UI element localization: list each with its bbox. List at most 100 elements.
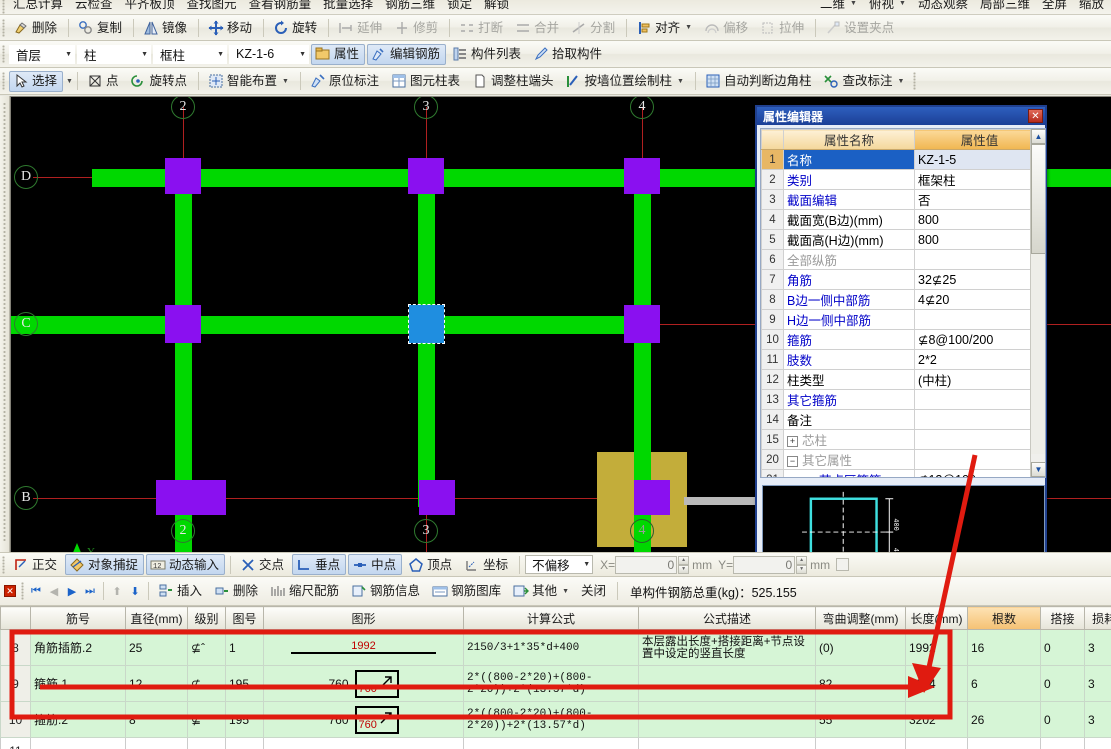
draw-toolbar[interactable]: 选择 ▼ 点 旋转点 智能布置 ▼ 原位标注 图元柱表 调整柱端头 按墙位置绘制… — [0, 68, 1111, 95]
property-row[interactable]: 21—节点区箍筋⊈12@100 — [761, 469, 1045, 477]
object-snap-toggle[interactable]: 对象捕捉 — [65, 554, 145, 575]
close-panel-icon[interactable]: ✕ — [4, 585, 16, 597]
property-value-cell[interactable] — [914, 429, 1045, 450]
property-name-cell[interactable]: 柱类型 — [783, 369, 915, 390]
x-coord-input[interactable]: 0 — [615, 555, 678, 574]
rebar-shape-cell[interactable]: 760 760 — [263, 701, 464, 738]
pick-member-button[interactable]: 拾取构件 — [529, 44, 608, 65]
nav-first-button[interactable]: ⏮ — [27, 582, 45, 600]
property-name-cell[interactable]: − 其它属性 — [783, 449, 915, 470]
property-value-cell[interactable]: 800 — [914, 209, 1045, 230]
property-name-cell[interactable]: 名称 — [783, 149, 915, 170]
split-button[interactable]: 分割 — [567, 17, 621, 38]
grid-bubble-left-C[interactable]: C — [14, 312, 38, 336]
rebar-cell-name[interactable]: 角筋插筋.2 — [30, 629, 126, 666]
rebar-cell-count[interactable]: 6 — [967, 665, 1041, 702]
grid-bubble-left-D[interactable]: D — [14, 165, 38, 189]
property-name-cell[interactable]: 其它箍筋 — [783, 389, 915, 410]
expand-icon[interactable]: + — [787, 436, 798, 448]
select-tool[interactable]: 选择 — [9, 70, 64, 92]
scroll-up-icon[interactable]: ▲ — [1031, 129, 1045, 144]
property-row[interactable]: 2 类别 框架柱 — [761, 169, 1045, 190]
property-name-cell[interactable]: 全部纵筋 — [783, 249, 915, 270]
rebar-cell-no[interactable]: 11 — [0, 737, 31, 749]
property-name-cell[interactable]: 角筋 — [783, 269, 915, 290]
rebar-col-header-dia[interactable]: 直径(mm) — [125, 606, 188, 630]
dynamic-input-toggle[interactable]: 12 动态输入 — [146, 554, 226, 575]
rebar-formula-cell[interactable]: 2*((800-2*20)+(800-2*20))+2*(13.57*d) — [463, 665, 639, 702]
auto-detect-corner-column-tool[interactable]: 自动判断边角柱 — [701, 71, 818, 92]
property-value-cell[interactable]: ⊈8@100/200 — [914, 329, 1045, 350]
property-name-cell[interactable]: + 芯柱 — [783, 429, 915, 450]
toolbar-item-2d-view[interactable]: 二维 ▼ — [816, 0, 863, 14]
move-up-button[interactable]: ⬆ — [108, 582, 126, 600]
rebar-col-header-length[interactable]: 长度(mm) — [905, 606, 968, 630]
chevron-down-icon[interactable]: ▼ — [141, 51, 148, 58]
property-value-cell[interactable]: 2*2 — [914, 349, 1045, 370]
rebar-description-cell[interactable] — [638, 737, 816, 749]
draw-toolbar-grip[interactable] — [2, 72, 5, 90]
column-B2[interactable] — [156, 480, 226, 515]
property-value-cell[interactable] — [914, 389, 1045, 410]
toolbar-item-find-element[interactable]: 查找图元 — [183, 0, 243, 14]
rebar-cell-name[interactable]: 箍筋.2 — [30, 701, 126, 738]
property-row[interactable]: 13 其它箍筋 — [761, 389, 1045, 410]
rebar-col-header-figno[interactable]: 图号 — [225, 606, 264, 630]
toolbar-item-zoom[interactable]: 缩放 — [1075, 0, 1110, 14]
property-value-cell[interactable]: 4⊈20 — [914, 289, 1045, 310]
rebar-cell-dia[interactable] — [125, 737, 188, 749]
perpendicular-snap[interactable]: 垂点 — [292, 554, 347, 575]
close-icon[interactable]: ✕ — [1028, 109, 1043, 123]
rebar-col-header-name[interactable]: 筋号 — [30, 606, 126, 630]
edit-toolbar-grip[interactable] — [2, 18, 5, 37]
properties-button[interactable]: 属性 — [311, 43, 366, 65]
rebar-description-cell[interactable] — [638, 701, 816, 738]
align-button[interactable]: 对齐 ▼ — [632, 17, 698, 38]
column-B4[interactable] — [634, 480, 670, 515]
property-value-cell[interactable]: 32⊈25 — [914, 269, 1045, 290]
toolbar-item-unlock[interactable]: 解锁 — [480, 0, 515, 14]
rebar-cell-grade[interactable]: ⊈ — [187, 701, 226, 738]
grid-bubble-bottom-4[interactable]: 4 — [630, 519, 654, 543]
rebar-cell-bend[interactable]: 55 — [815, 701, 906, 738]
move-button[interactable]: 移动 — [204, 17, 258, 38]
property-row[interactable]: 7 角筋 32⊈25 — [761, 269, 1045, 290]
nav-next-button[interactable]: ▶ — [63, 582, 81, 600]
property-name-cell[interactable]: 截面高(H边)(mm) — [783, 229, 915, 250]
property-grid-scrollbar[interactable]: ▲ ▼ — [1030, 129, 1045, 477]
property-row[interactable]: 1 名称 KZ-1-5 — [761, 149, 1045, 170]
rebar-col-header-desc[interactable]: 公式描述 — [638, 606, 816, 630]
property-name-cell[interactable]: H边一侧中部筋 — [783, 309, 915, 330]
element-column-table-tool[interactable]: 图元柱表 — [387, 71, 466, 92]
chevron-down-icon[interactable]: ▼ — [299, 51, 306, 58]
rebar-description-cell[interactable] — [638, 665, 816, 702]
property-row[interactable]: 9 H边一侧中部筋 — [761, 309, 1045, 330]
toolbar-item-fullscreen[interactable]: 全屏 — [1038, 0, 1073, 14]
edit-rebar-button[interactable]: 编辑钢筋 — [367, 43, 447, 65]
rebar-cell-length[interactable]: 3202 — [905, 701, 968, 738]
rebar-cell-no[interactable]: 10 — [0, 701, 31, 738]
property-value-cell[interactable] — [914, 309, 1045, 330]
rebar-col-header-formula[interactable]: 计算公式 — [463, 606, 639, 630]
rebar-formula-cell[interactable]: 2*((800-2*20)+(800-2*20))+2*(13.57*d) — [463, 701, 639, 738]
rotate-point-tool[interactable]: 旋转点 — [126, 71, 193, 92]
rebar-cell-no[interactable]: 9 — [0, 665, 31, 702]
rebar-cell-figno[interactable] — [225, 737, 264, 749]
property-row[interactable]: 20− 其它属性 — [761, 449, 1045, 470]
rebar-formula-cell[interactable] — [463, 737, 639, 749]
close-editor-button[interactable]: 关闭 — [577, 581, 612, 602]
rebar-cell-count[interactable]: 26 — [967, 701, 1041, 738]
rebar-editor-toolbar[interactable]: ✕ ⏮ ◀ ▶ ⏭ ⬆ ⬇ 插入 删除 缩尺配筋 钢筋信息 钢筋图库 其他 ▼ … — [0, 577, 1111, 606]
clipped-top-toolbar[interactable]: 汇总计算 云检查 平齐板顶 查找图元 查看钢筋量 批量选择 钢筋三维 锁定 解锁… — [0, 0, 1111, 15]
toolbar-item-summary[interactable]: 汇总计算 — [9, 0, 69, 14]
property-name-cell[interactable]: 截面编辑 — [783, 189, 915, 210]
grid-bubble-top-2[interactable]: 2 — [171, 97, 195, 119]
rebar-col-header-count[interactable]: 根数 — [967, 606, 1041, 630]
rebar-col-header-lap[interactable]: 搭接 — [1040, 606, 1085, 630]
rebar-cell-loss[interactable]: 3 — [1084, 629, 1111, 666]
toolbar-item-lock[interactable]: 锁定 — [443, 0, 478, 14]
rebar-cell-bend[interactable]: (0) — [815, 629, 906, 666]
rebar-formula-cell[interactable]: 2150/3+1*35*d+400 — [463, 629, 639, 666]
rebar-cell-grade[interactable]: ⊈ — [187, 665, 226, 702]
rebar-cell-loss[interactable]: 3 — [1084, 701, 1111, 738]
